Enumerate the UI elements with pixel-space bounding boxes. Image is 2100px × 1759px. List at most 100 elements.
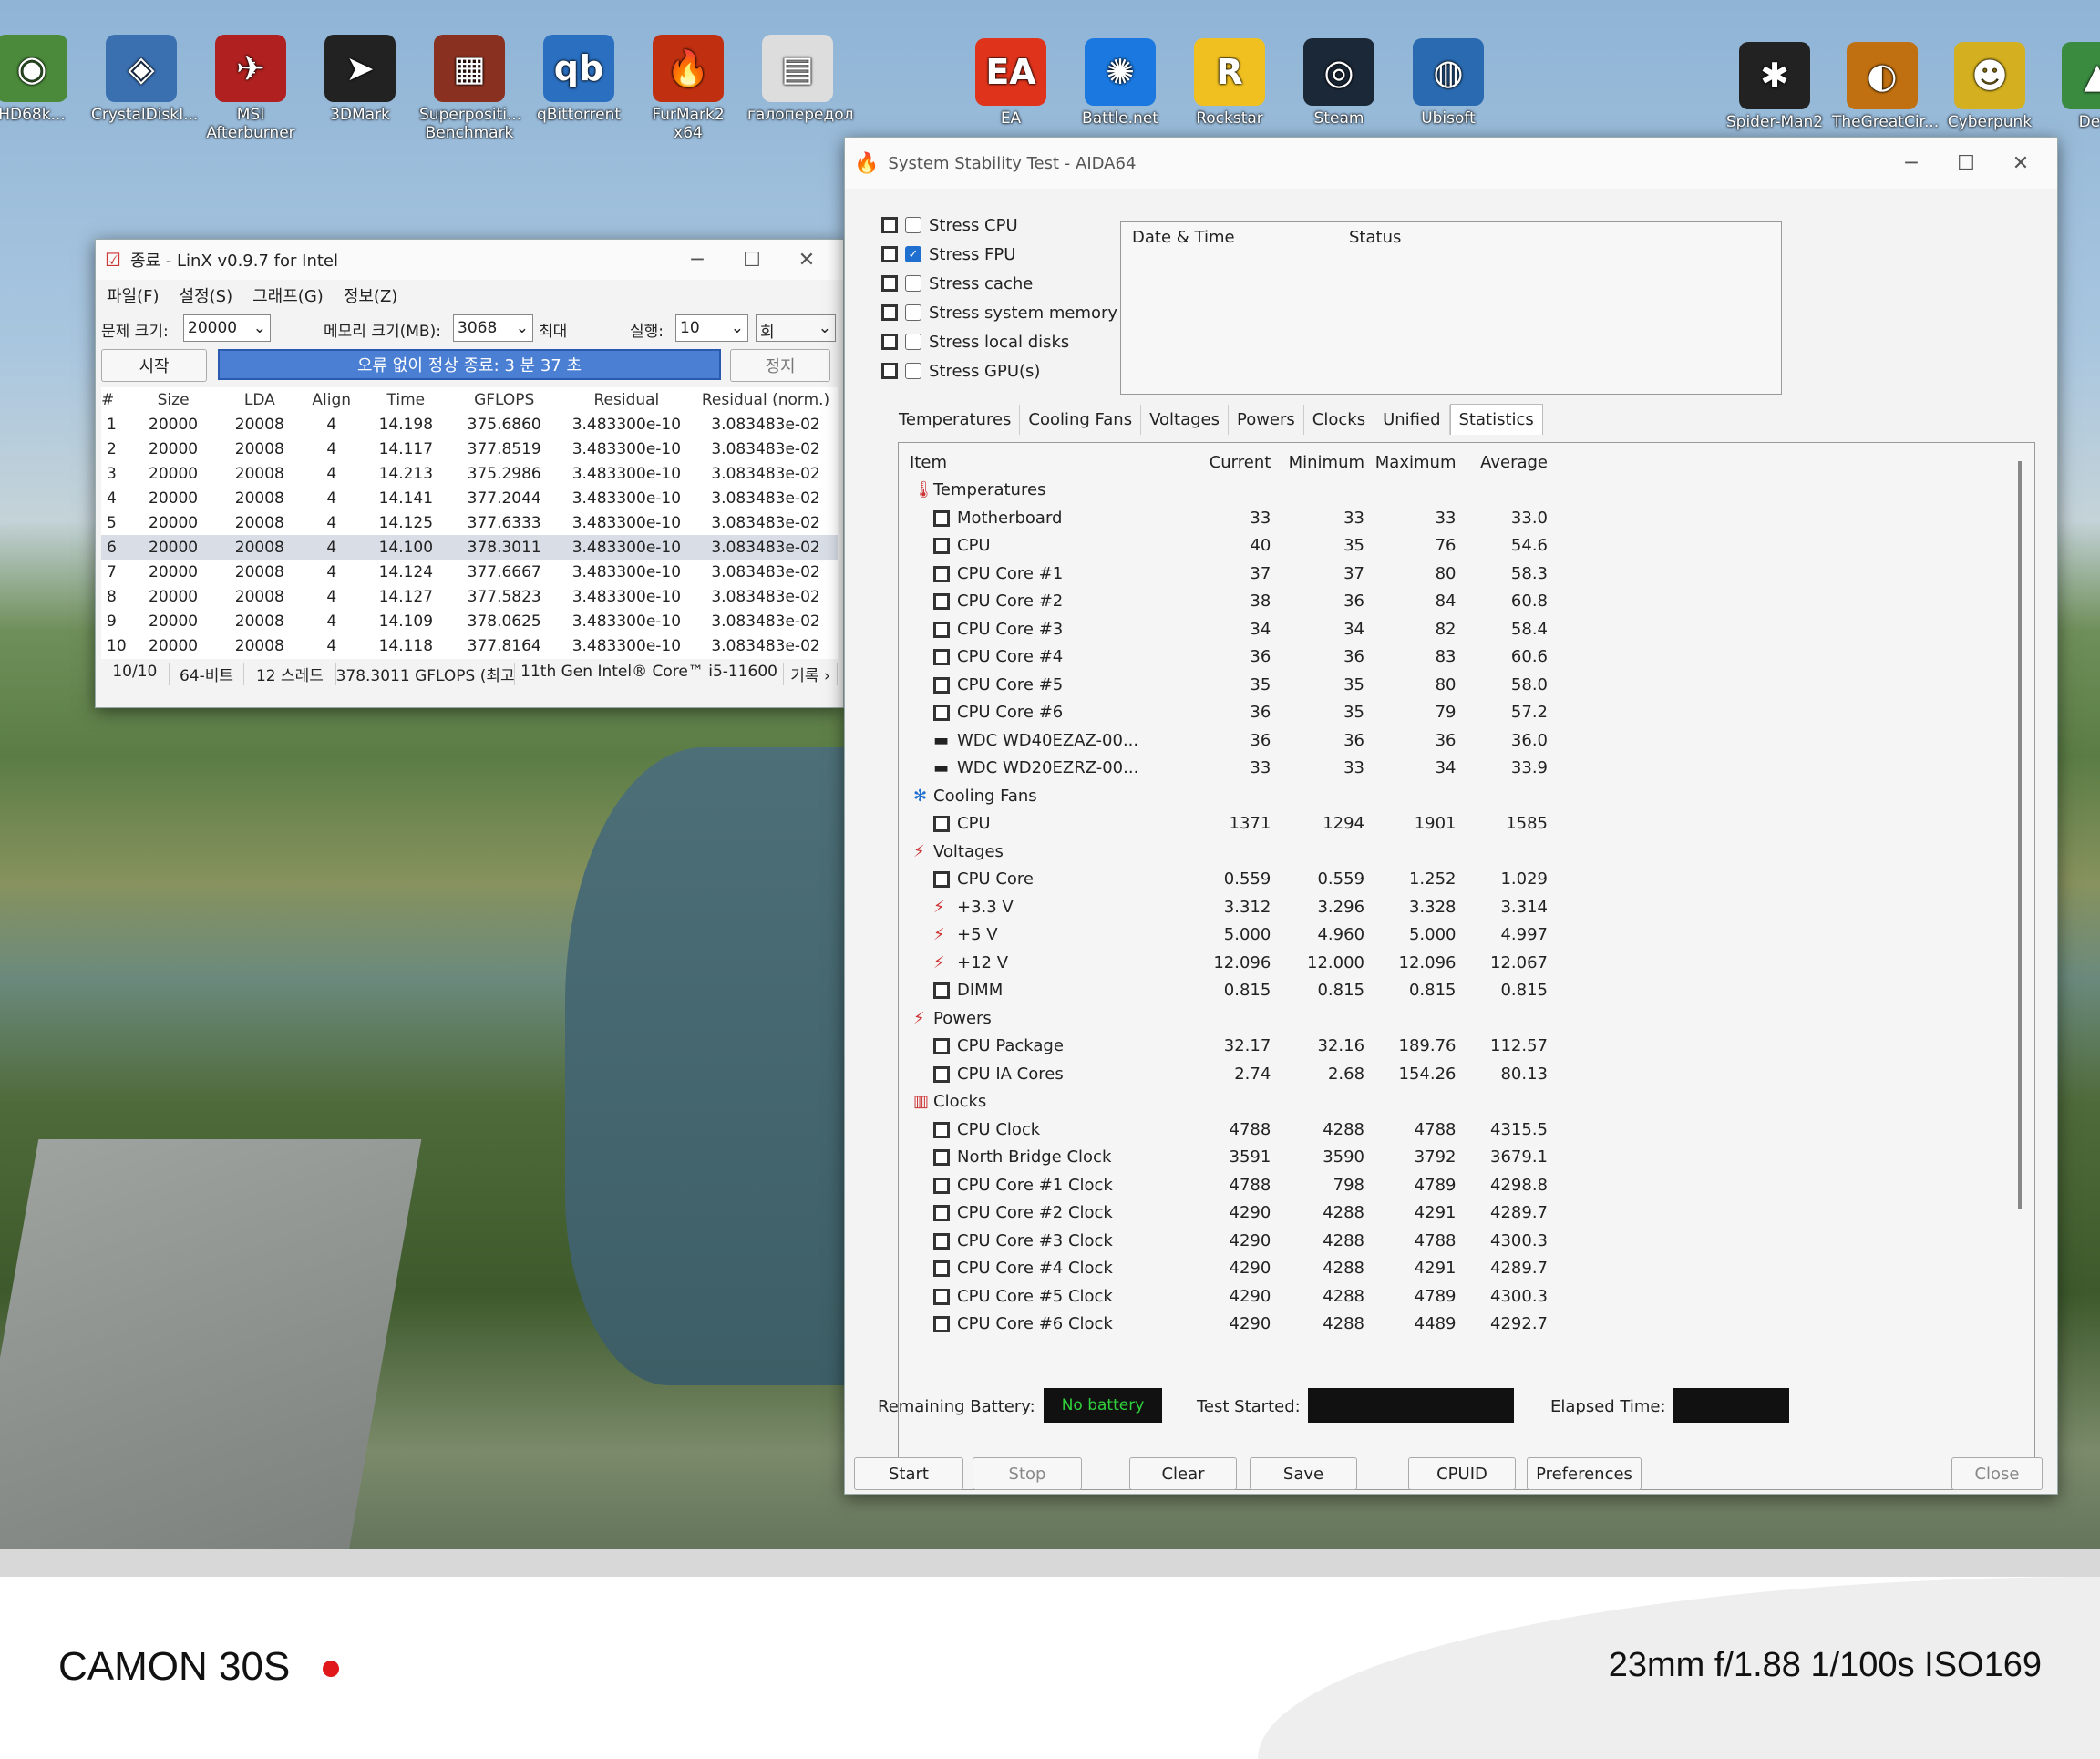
- stats-row[interactable]: CPU Core #3 Clock 4290 4288 4788 4300.3: [910, 1227, 1548, 1255]
- stats-vscrollbar[interactable]: [2018, 461, 2022, 1209]
- stress-option[interactable]: Stress system memory: [881, 298, 1137, 327]
- stats-group-row[interactable]: ▥ Clocks: [910, 1088, 1548, 1116]
- desktop-icon[interactable]: ◎ Steam: [1289, 38, 1389, 128]
- tab-unified[interactable]: Unified: [1374, 405, 1450, 435]
- desktop-icon[interactable]: ▲ Deta: [2047, 42, 2100, 131]
- stats-group-row[interactable]: ✻ Cooling Fans: [910, 782, 1548, 810]
- stats-group-row[interactable]: ⚡ Voltages: [910, 838, 1548, 866]
- stop-button[interactable]: 정지: [730, 349, 830, 382]
- tab-cooling-fans[interactable]: Cooling Fans: [1020, 405, 1142, 435]
- desktop-icon[interactable]: ▦ Superpositi... Benchmark: [419, 35, 521, 142]
- tab-voltages[interactable]: Voltages: [1141, 405, 1229, 435]
- cpuid-button[interactable]: CPUID: [1408, 1457, 1516, 1490]
- tab-temperatures[interactable]: Temperatures: [890, 405, 1021, 435]
- desktop-icon[interactable]: ✈ MSI Afterburner: [201, 35, 301, 142]
- table-row[interactable]: 5 20000 20008 4 14.125 377.6333 3.483300e-10 3.…: [101, 510, 838, 535]
- linx-menu-item[interactable]: 파일(F): [107, 287, 160, 306]
- stats-column-header[interactable]: Current: [1174, 448, 1271, 477]
- stats-row[interactable]: CPU Core #6 36 35 79 57.2: [910, 699, 1548, 727]
- desktop-icon[interactable]: ▤ галопередол: [747, 35, 853, 124]
- table-row[interactable]: 6 20000 20008 4 14.100 378.3011 3.483300e-10 3.…: [101, 535, 838, 560]
- linx-column-header[interactable]: GFLOPS: [449, 387, 560, 412]
- stats-row[interactable]: CPU 40 35 76 54.6: [910, 532, 1548, 561]
- checkbox[interactable]: ✓: [905, 246, 921, 262]
- save-button[interactable]: Save: [1250, 1457, 1357, 1490]
- close-button[interactable]: Close: [1951, 1457, 2043, 1490]
- stop-button[interactable]: Stop: [973, 1457, 1082, 1490]
- stress-option[interactable]: Stress cache: [881, 269, 1137, 298]
- tab-clocks[interactable]: Clocks: [1304, 405, 1375, 435]
- desktop-icon[interactable]: ◉ HD68k...: [0, 35, 82, 124]
- stats-group-row[interactable]: ⚡ Powers: [910, 1004, 1548, 1033]
- desktop-icon[interactable]: EA EA: [961, 38, 1061, 128]
- stats-row[interactable]: CPU Core #2 38 36 84 60.8: [910, 588, 1548, 616]
- stats-row[interactable]: ⚡ +3.3 V 3.312 3.296 3.328 3.314: [910, 893, 1548, 921]
- close-icon[interactable]: ✕: [1993, 152, 2048, 175]
- stats-row[interactable]: CPU Core 0.559 0.559 1.252 1.029: [910, 866, 1548, 894]
- tab-powers[interactable]: Powers: [1229, 405, 1304, 435]
- minimize-icon[interactable]: ─: [1884, 152, 1939, 175]
- stats-row[interactable]: CPU Core #4 36 36 83 60.6: [910, 643, 1548, 672]
- table-row[interactable]: 7 20000 20008 4 14.124 377.6667 3.483300e-10 3.…: [101, 560, 838, 584]
- run-count-select[interactable]: 10 ⌄: [675, 314, 748, 342]
- stats-row[interactable]: CPU Core #5 35 35 80 58.0: [910, 671, 1548, 699]
- table-row[interactable]: 1 20000 20008 4 14.198 375.6860 3.483300e-10 3.…: [101, 412, 838, 437]
- problem-size-select[interactable]: 20000 ⌄: [183, 314, 271, 342]
- stats-row[interactable]: CPU Core #6 Clock 4290 4288 4489 4292.7: [910, 1311, 1548, 1339]
- desktop-icon[interactable]: ✱ Spider-Man2: [1724, 42, 1825, 131]
- stats-row[interactable]: Motherboard 33 33 33 33.0: [910, 504, 1548, 532]
- preferences-button[interactable]: Preferences: [1527, 1457, 1642, 1490]
- stats-row[interactable]: North Bridge Clock 3591 3590 3792 3679.1: [910, 1144, 1548, 1172]
- desktop-icon[interactable]: ☻ Cyberpunk: [1940, 42, 2040, 131]
- stats-row[interactable]: CPU Core #4 Clock 4290 4288 4291 4289.7: [910, 1255, 1548, 1283]
- memory-size-select[interactable]: 3068 ⌄: [453, 314, 533, 342]
- stress-option[interactable]: Stress local disks: [881, 327, 1137, 356]
- checkbox[interactable]: [905, 304, 921, 321]
- linx-menu-item[interactable]: 정보(Z): [344, 287, 398, 306]
- desktop-icon[interactable]: ◐ TheGreatCir...: [1832, 42, 1939, 131]
- stats-row[interactable]: CPU Core #2 Clock 4290 4288 4291 4289.7: [910, 1199, 1548, 1228]
- stats-row[interactable]: ⚡ +5 V 5.000 4.960 5.000 4.997: [910, 921, 1548, 950]
- close-icon[interactable]: ✕: [779, 249, 834, 272]
- desktop-icon[interactable]: 🔥 FurMark2 x64: [638, 35, 738, 142]
- stats-row[interactable]: ▬ WDC WD20EZRZ-00... 33 33 34 33.9: [910, 755, 1548, 783]
- linx-column-header[interactable]: Residual (norm.): [694, 387, 838, 412]
- checkbox[interactable]: [905, 275, 921, 292]
- minimize-icon[interactable]: ─: [670, 249, 725, 272]
- max-button[interactable]: 최대: [539, 318, 567, 341]
- clear-button[interactable]: Clear: [1129, 1457, 1237, 1490]
- table-row[interactable]: 3 20000 20008 4 14.213 375.2986 3.483300e-10 3.…: [101, 461, 838, 486]
- table-row[interactable]: 10 20000 20008 4 14.118 377.8164 3.483300e-10 3…: [101, 633, 838, 658]
- stats-row[interactable]: CPU Core #1 37 37 80 58.3: [910, 560, 1548, 588]
- maximize-icon[interactable]: ☐: [1939, 152, 1993, 175]
- table-row[interactable]: 9 20000 20008 4 14.109 378.0625 3.483300e-10 3.…: [101, 609, 838, 633]
- start-button[interactable]: Start: [854, 1457, 963, 1490]
- table-row[interactable]: 8 20000 20008 4 14.127 377.5823 3.483300e-10 3.…: [101, 584, 838, 609]
- linx-column-header[interactable]: LDA: [219, 387, 300, 412]
- table-row[interactable]: 4 20000 20008 4 14.141 377.2044 3.483300e-10 3.…: [101, 486, 838, 510]
- tab-statistics[interactable]: Statistics: [1449, 404, 1543, 435]
- stats-column-header[interactable]: Maximum: [1364, 448, 1457, 477]
- table-row[interactable]: 2 20000 20008 4 14.117 377.8519 3.483300e-10 3.…: [101, 437, 838, 461]
- linx-column-header[interactable]: Size: [128, 387, 219, 412]
- linx-column-header[interactable]: Time: [363, 387, 449, 412]
- run-unit-select[interactable]: 회 ⌄: [756, 314, 836, 342]
- checkbox[interactable]: [905, 363, 921, 379]
- stats-row[interactable]: DIMM 0.815 0.815 0.815 0.815: [910, 977, 1548, 1005]
- stats-row[interactable]: CPU 1371 1294 1901 1585: [910, 810, 1548, 838]
- desktop-icon[interactable]: qb qBittorrent: [529, 35, 629, 124]
- desktop-icon[interactable]: R Rockstar: [1179, 38, 1280, 128]
- desktop-icon[interactable]: ✺ Battle.net: [1070, 38, 1170, 128]
- stress-option[interactable]: ✓ Stress FPU: [881, 240, 1137, 269]
- stats-row[interactable]: CPU Package 32.17 32.16 189.76 112.57: [910, 1033, 1548, 1061]
- stats-column-header[interactable]: Minimum: [1271, 448, 1364, 477]
- desktop-icon[interactable]: ◍ Ubisoft: [1398, 38, 1498, 128]
- stats-group-row[interactable]: 🌡Temperatures: [910, 477, 1548, 505]
- stats-row[interactable]: CPU Core #3 34 34 82 58.4: [910, 615, 1548, 643]
- stats-row[interactable]: ⚡ +12 V 12.096 12.000 12.096 12.067: [910, 949, 1548, 977]
- stats-row[interactable]: CPU Core #5 Clock 4290 4288 4789 4300.3: [910, 1282, 1548, 1311]
- checkbox[interactable]: [905, 217, 921, 233]
- stats-row[interactable]: CPU IA Cores 2.74 2.68 154.26 80.13: [910, 1060, 1548, 1088]
- start-button[interactable]: 시작: [101, 349, 207, 382]
- linx-column-header[interactable]: #: [101, 387, 128, 412]
